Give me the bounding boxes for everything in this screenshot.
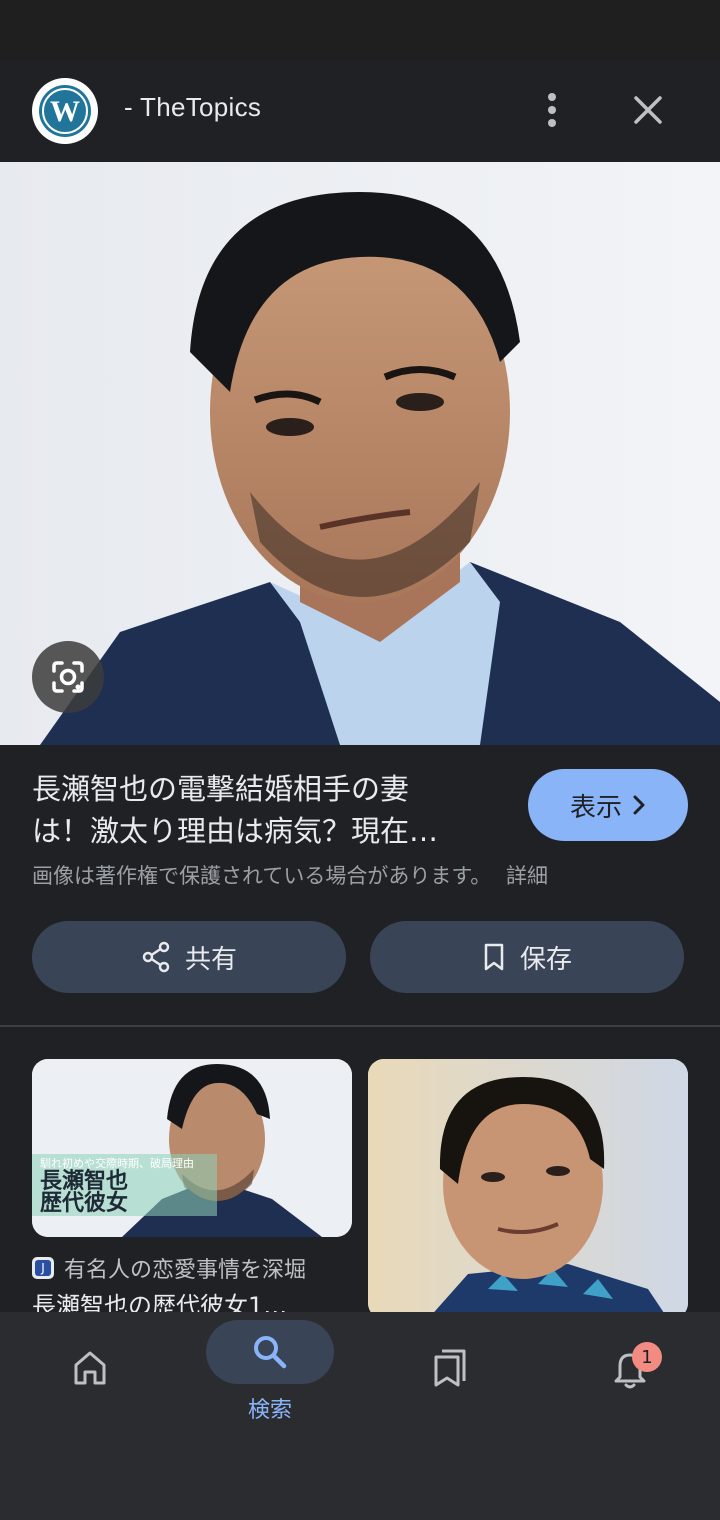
hero-image[interactable] [0,162,720,745]
related-source-1[interactable]: J 有名人の恋愛事情を深堀 [32,1252,306,1284]
chevron-right-icon [633,795,645,815]
site-name[interactable]: - TheTopics [124,92,261,123]
home-icon[interactable] [62,1340,118,1396]
save-button[interactable]: 保存 [370,921,684,993]
svg-text:W: W [50,95,80,128]
related-image-1[interactable]: 馴れ初めや交際時期、破局理由 長瀬智也 歴代彼女 [32,1059,352,1237]
search-tab[interactable] [206,1320,334,1384]
bookmark-icon [484,943,504,971]
overlay-name-line2: 歴代彼女 [40,1191,129,1216]
close-icon[interactable] [620,82,676,138]
related-image-2[interactable] [368,1059,688,1319]
header: W - TheTopics [0,60,720,162]
more-vert-icon[interactable] [524,82,580,138]
copyright-notice: 画像は著作権で保護されている場合があります。 詳細 [32,860,548,890]
result-title[interactable]: 長瀬智也の電撃結婚相手の妻 は！激太り理由は病気？現在… [32,768,492,852]
bottom-nav: 検索 1 [0,1312,720,1520]
notification-badge: 1 [632,1342,662,1372]
share-button[interactable]: 共有 [32,921,346,993]
detail-link[interactable]: 詳細 [506,864,548,888]
overlay-name-line1: 長瀬智也 [40,1169,129,1194]
save-label: 保存 [519,944,572,975]
google-lens-icon[interactable] [32,641,104,713]
source-logo-icon: J [32,1257,54,1279]
source-name: 有名人の恋愛事情を深堀 [64,1258,307,1283]
share-icon [142,941,170,973]
divider [0,1025,720,1027]
search-icon [254,1336,287,1369]
visit-button-label: 表示 [569,792,622,823]
bookmarks-icon[interactable] [422,1340,478,1396]
status-bar [0,0,720,60]
share-label: 共有 [184,944,237,975]
visit-button[interactable]: 表示 [528,769,688,841]
search-tab-label[interactable]: 検索 [200,1392,340,1424]
result-title-line1: 長瀬智也の電撃結婚相手の妻 [32,772,410,806]
wordpress-icon[interactable]: W [32,78,98,144]
copyright-text: 画像は著作権で保護されている場合があります。 [32,864,492,888]
result-title-line2: は！激太り理由は病気？現在… [32,814,439,848]
